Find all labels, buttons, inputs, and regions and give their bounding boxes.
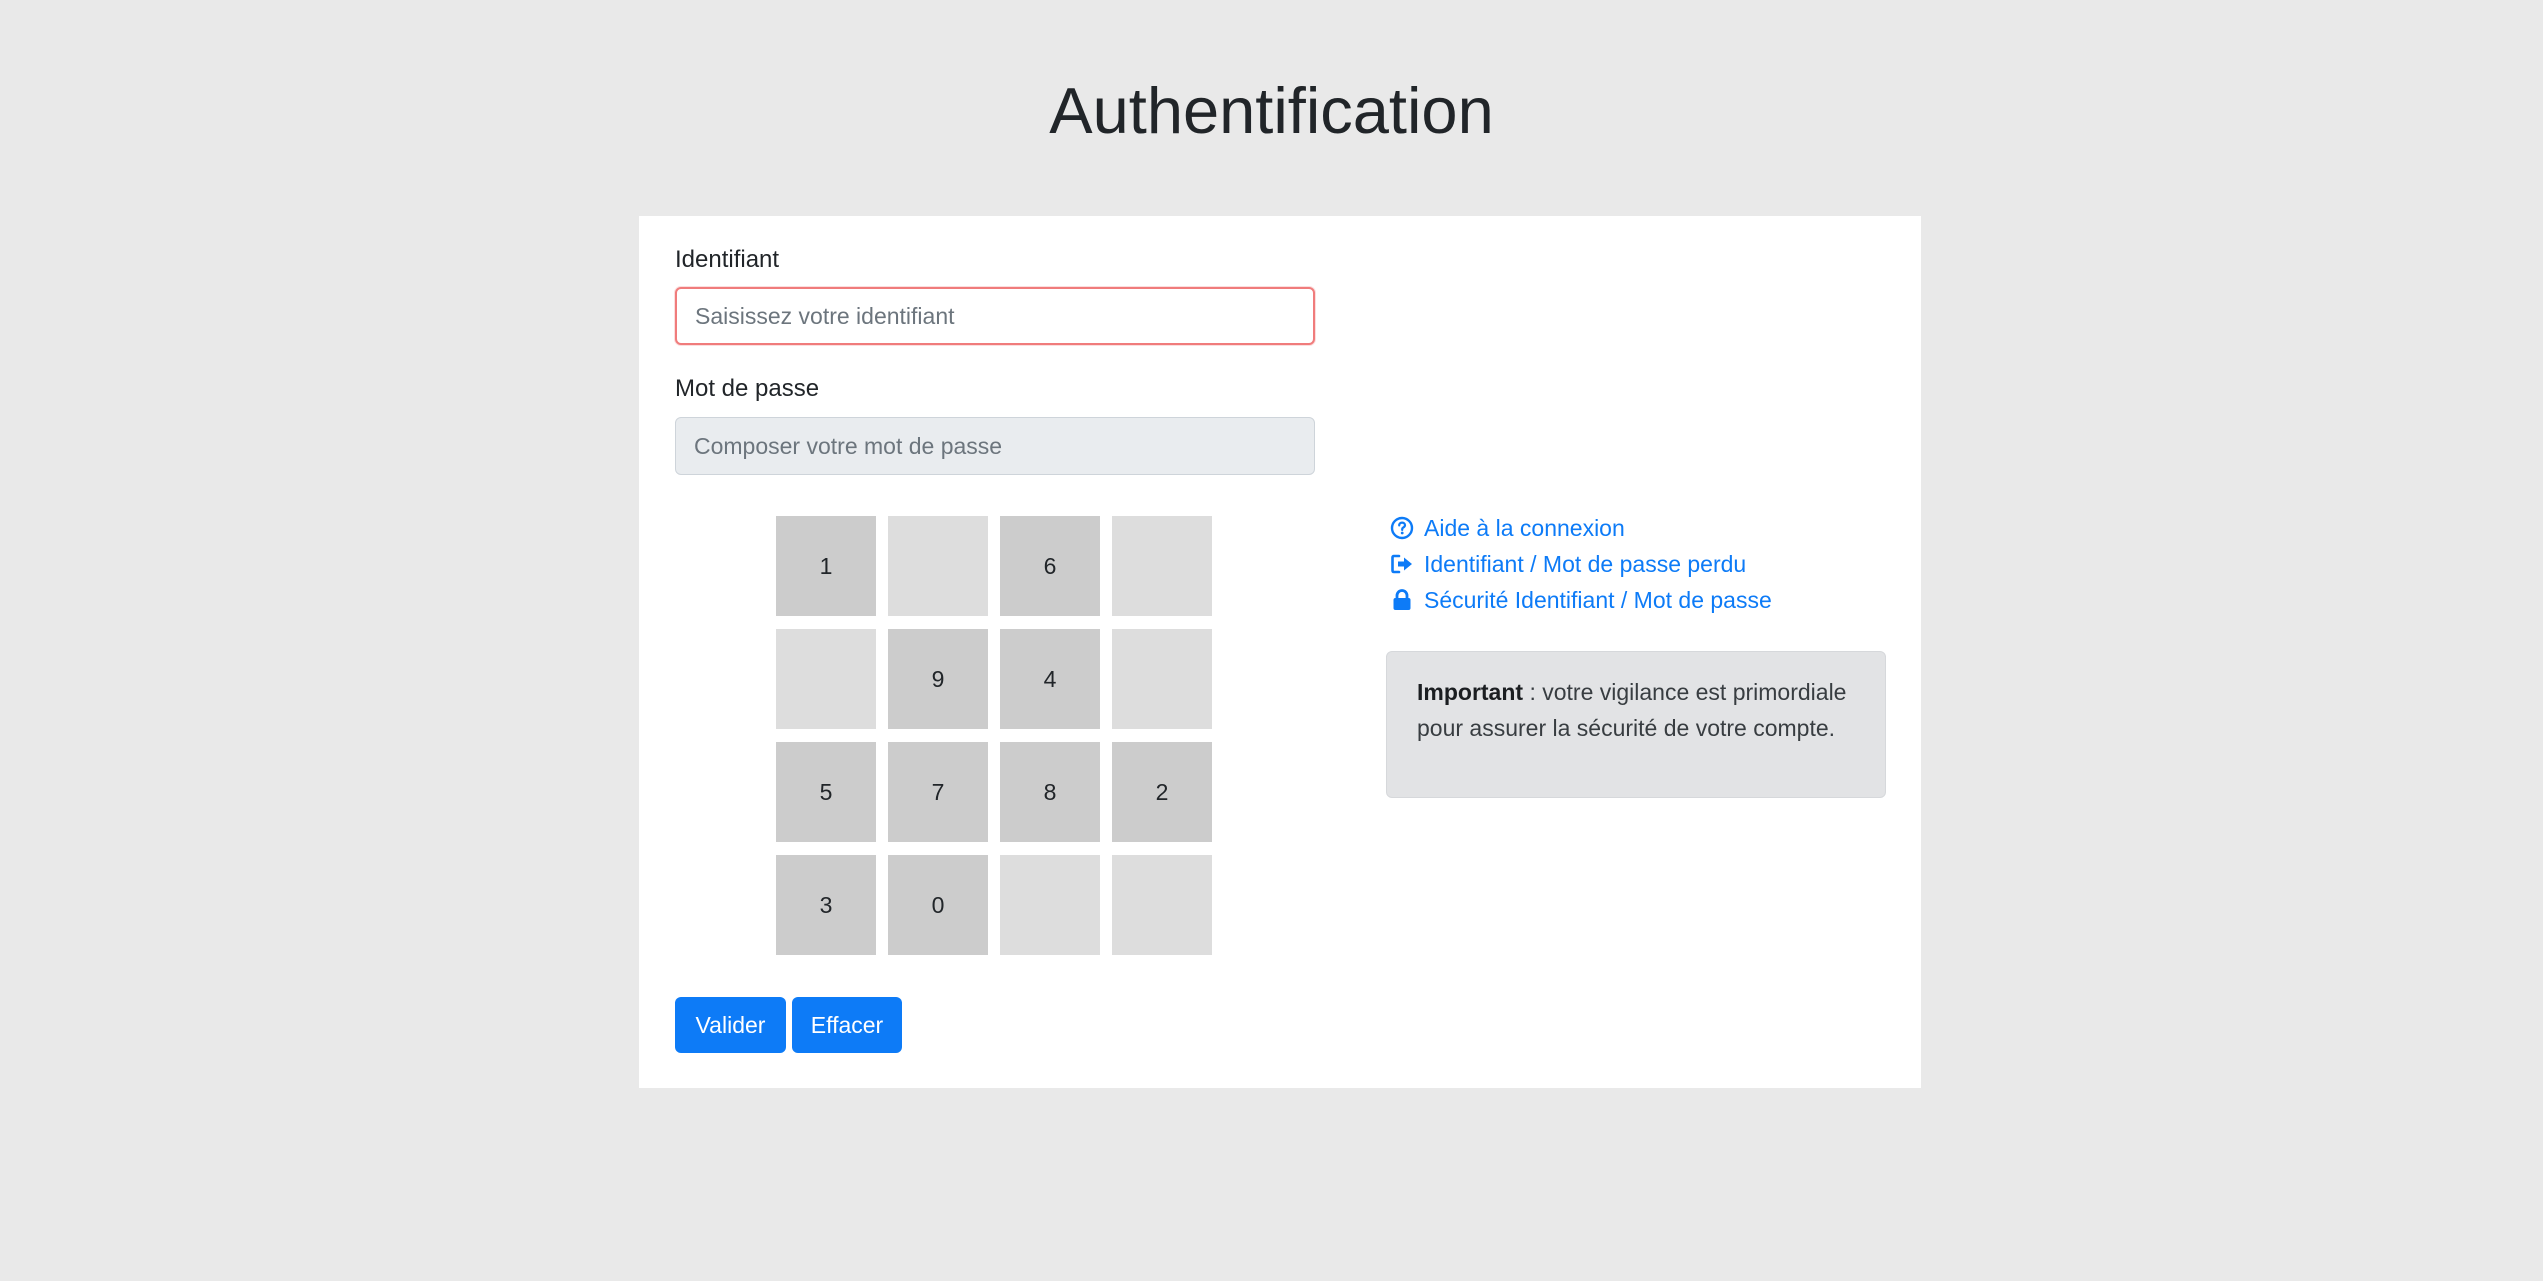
virtual-keypad: 1 694 5782 30: [776, 516, 1216, 955]
question-circle-icon: [1390, 516, 1414, 540]
keypad-key-3[interactable]: 3: [776, 855, 876, 955]
keypad-key-empty: [1000, 855, 1100, 955]
help-link-connection[interactable]: Aide à la connexion: [1390, 510, 1772, 546]
keypad-key-9[interactable]: 9: [888, 629, 988, 729]
sign-out-icon: [1390, 552, 1414, 576]
lost-credentials-label: Identifiant / Mot de passe perdu: [1424, 550, 1747, 577]
page-title: Authentification: [1049, 74, 1494, 147]
keypad-key-6[interactable]: 6: [1000, 516, 1100, 616]
keypad-key-empty: [888, 516, 988, 616]
keypad-key-empty: [1112, 516, 1212, 616]
clear-button[interactable]: Effacer: [792, 997, 902, 1053]
keypad-key-empty: [1112, 629, 1212, 729]
help-links: Aide à la connexion Identifiant / Mot de…: [1390, 510, 1772, 618]
security-notice: Important : votre vigilance est primordi…: [1386, 651, 1886, 798]
validate-button[interactable]: Valider: [675, 997, 786, 1053]
login-input[interactable]: [675, 287, 1315, 345]
keypad-key-0[interactable]: 0: [888, 855, 988, 955]
keypad-key-4[interactable]: 4: [1000, 629, 1100, 729]
password-input[interactable]: [675, 417, 1315, 475]
lost-credentials-link[interactable]: Identifiant / Mot de passe perdu: [1390, 546, 1772, 582]
help-link-connection-label: Aide à la connexion: [1424, 514, 1625, 541]
login-card: Identifiant Mot de passe 1 694 5782 30 Vali…: [639, 216, 1921, 1088]
keypad-key-7[interactable]: 7: [888, 742, 988, 842]
login-label: Identifiant: [675, 246, 780, 273]
security-link-label: Sécurité Identifiant / Mot de passe: [1424, 586, 1772, 613]
notice-strong: Important: [1417, 679, 1524, 705]
keypad-key-2[interactable]: 2: [1112, 742, 1212, 842]
keypad-key-empty: [1112, 855, 1212, 955]
keypad-key-1[interactable]: 1: [776, 516, 876, 616]
password-label: Mot de passe: [675, 375, 820, 402]
keypad-key-8[interactable]: 8: [1000, 742, 1100, 842]
keypad-key-5[interactable]: 5: [776, 742, 876, 842]
keypad-key-empty: [776, 629, 876, 729]
lock-icon: [1390, 588, 1414, 612]
security-link[interactable]: Sécurité Identifiant / Mot de passe: [1390, 582, 1772, 618]
